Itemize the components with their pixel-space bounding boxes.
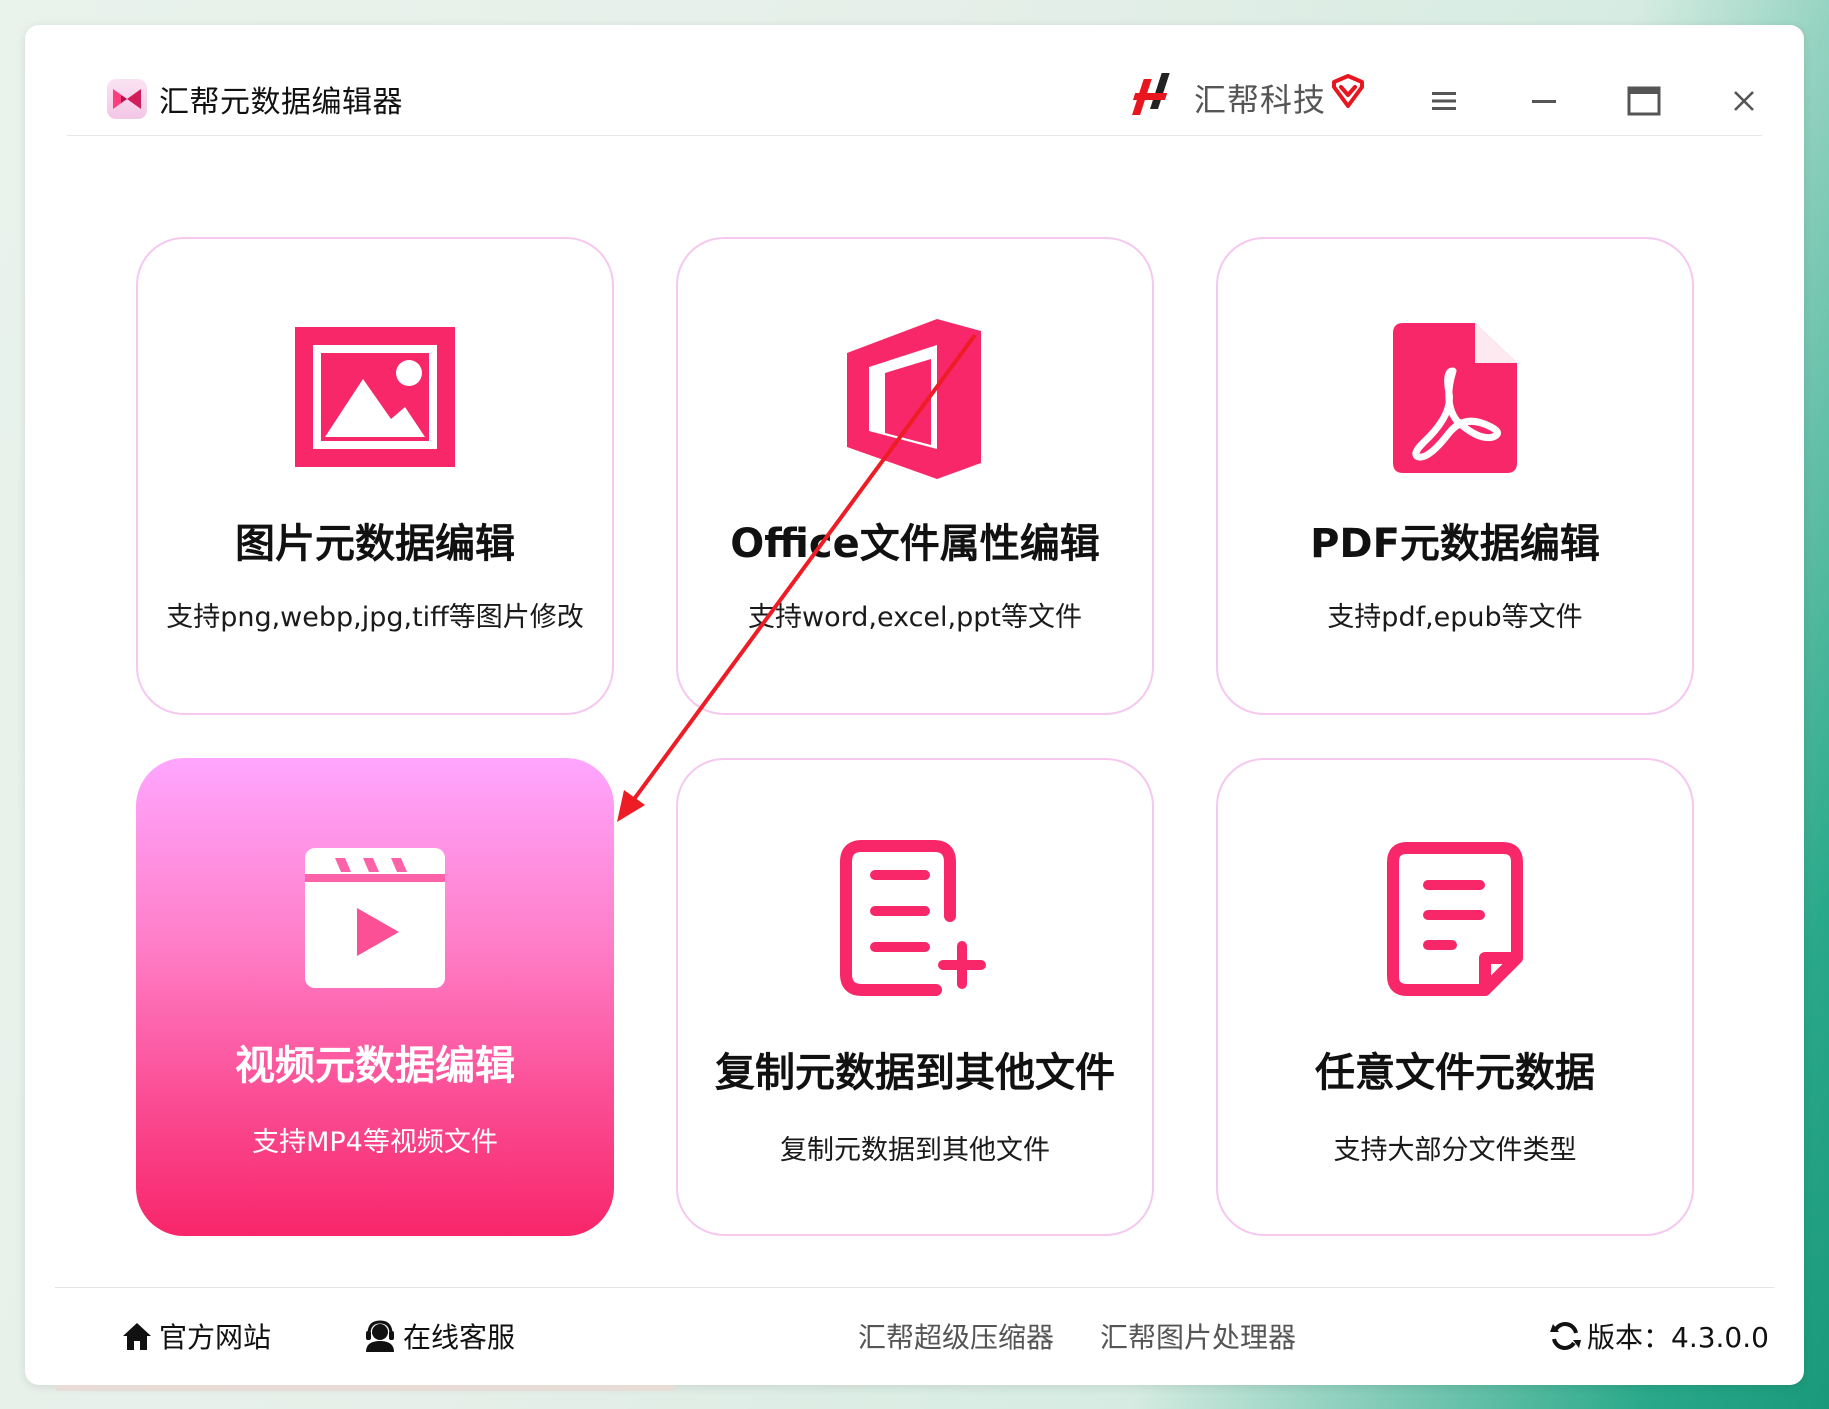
vip-diamond-icon[interactable]: [1329, 73, 1367, 111]
app-logo-icon: [107, 79, 147, 119]
version-label: 版本：4.3.0.0: [1587, 1321, 1769, 1354]
footer-bar: 官方网站 在线客服 汇帮超级压缩器 汇帮图片处理器 版本：4.3.0.0: [55, 1287, 1774, 1385]
pdf-icon: [1393, 323, 1517, 473]
home-icon: [121, 1320, 153, 1352]
document-add-icon: [840, 840, 986, 996]
maximize-button[interactable]: [1624, 81, 1664, 121]
super-compressor-link[interactable]: 汇帮超级压缩器: [858, 1316, 1054, 1356]
official-website-label: 官方网站: [159, 1321, 272, 1354]
official-website-link[interactable]: 官方网站: [121, 1316, 271, 1356]
online-support-link[interactable]: 在线客服: [363, 1316, 515, 1356]
minimize-button[interactable]: [1524, 81, 1564, 121]
card-any-file-metadata[interactable]: 任意文件元数据 支持大部分文件类型: [1216, 758, 1694, 1236]
office-icon: [847, 319, 981, 479]
card-subtitle: 复制元数据到其他文件: [780, 1135, 1050, 1166]
card-subtitle: 支持word,excel,ppt等文件: [748, 602, 1082, 633]
card-office-properties[interactable]: Office文件属性编辑 支持word,excel,ppt等文件: [676, 237, 1154, 715]
feature-grid: 图片元数据编辑 支持png,webp,jpg,tiff等图片修改 Office文…: [25, 136, 1804, 1286]
app-title: 汇帮元数据编辑器: [159, 85, 403, 120]
version-info[interactable]: 版本：4.3.0.0: [1549, 1316, 1769, 1356]
image-processor-link[interactable]: 汇帮图片处理器: [1100, 1316, 1296, 1356]
brand-name: 汇帮科技: [1194, 81, 1327, 119]
title-bar: 汇帮元数据编辑器 汇帮科技: [67, 25, 1762, 136]
document-icon: [1387, 842, 1523, 996]
video-clapper-icon: [305, 848, 445, 988]
card-copy-metadata[interactable]: 复制元数据到其他文件 复制元数据到其他文件: [676, 758, 1154, 1236]
card-title: Office文件属性编辑: [730, 521, 1100, 567]
customer-service-icon: [363, 1320, 397, 1352]
card-subtitle: 支持png,webp,jpg,tiff等图片修改: [166, 602, 584, 633]
card-title: 图片元数据编辑: [235, 521, 515, 567]
card-image-metadata[interactable]: 图片元数据编辑 支持png,webp,jpg,tiff等图片修改: [136, 237, 614, 715]
image-icon: [295, 327, 455, 467]
card-subtitle: 支持大部分文件类型: [1333, 1135, 1577, 1166]
refresh-icon: [1549, 1320, 1581, 1352]
card-subtitle: 支持MP4等视频文件: [252, 1127, 498, 1158]
menu-icon: [1432, 92, 1456, 110]
card-title: 复制元数据到其他文件: [715, 1050, 1115, 1096]
window-resize-bar: [55, 1385, 675, 1391]
card-subtitle: 支持pdf,epub等文件: [1327, 602, 1583, 633]
app-window: 汇帮元数据编辑器 汇帮科技 图片元数据编辑 支持png,webp,jpg,tif…: [25, 25, 1804, 1385]
close-icon: [1734, 91, 1754, 111]
brand-logo-icon: [1132, 73, 1170, 115]
card-pdf-metadata[interactable]: PDF元数据编辑 支持pdf,epub等文件: [1216, 237, 1694, 715]
maximize-icon: [1627, 86, 1661, 116]
menu-button[interactable]: [1424, 81, 1464, 121]
card-video-metadata[interactable]: 视频元数据编辑 支持MP4等视频文件: [136, 758, 614, 1236]
card-title: PDF元数据编辑: [1310, 521, 1600, 567]
card-title: 任意文件元数据: [1315, 1050, 1595, 1096]
close-button[interactable]: [1724, 81, 1764, 121]
online-support-label: 在线客服: [403, 1321, 516, 1354]
minimize-icon: [1532, 100, 1556, 103]
card-title: 视频元数据编辑: [235, 1043, 515, 1089]
